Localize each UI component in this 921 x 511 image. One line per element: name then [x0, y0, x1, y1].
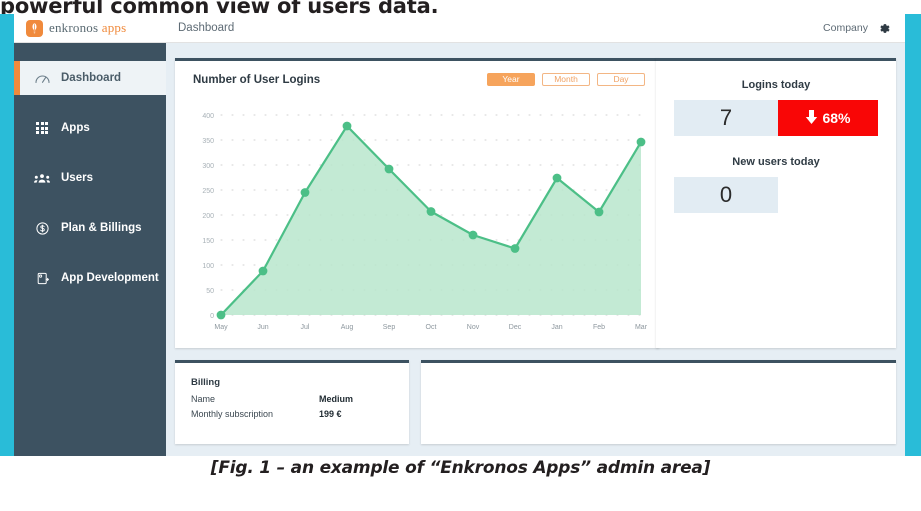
breadcrumb: Dashboard: [178, 22, 235, 34]
company-label[interactable]: Company: [823, 22, 868, 34]
gauge-icon: [32, 73, 52, 84]
billing-row-value: Medium: [319, 394, 354, 404]
sidebar-item-dashboard[interactable]: Dashboard: [14, 61, 166, 95]
status-badge-new-users-change: [778, 177, 878, 213]
svg-text:150: 150: [202, 238, 214, 245]
brand-logo[interactable]: enkronos apps: [14, 14, 166, 43]
top-bar: Dashboard Company: [166, 14, 905, 43]
svg-text:0: 0: [210, 313, 214, 320]
empty-panel: [421, 360, 896, 444]
sidebar-item-label: Apps: [61, 122, 90, 134]
enkronos-tree-logo-icon: [26, 19, 43, 37]
svg-text:350: 350: [202, 138, 214, 145]
billing-row: Name Medium: [191, 392, 393, 407]
stat-label-new-users-today: New users today: [732, 156, 820, 168]
svg-text:200: 200: [202, 213, 214, 220]
stat-box-logins-today: 7 68%: [674, 100, 878, 136]
stat-value-logins-today: 7: [719, 105, 733, 130]
svg-text:Oct: Oct: [426, 324, 437, 331]
figure-caption: [Fig. 1 – an example of “Enkronos Apps” …: [210, 458, 711, 478]
billing-title: Billing: [191, 377, 221, 388]
status-badge-logins-change: 68%: [778, 100, 878, 136]
svg-text:Dec: Dec: [509, 324, 522, 331]
dollar-circle-icon: [32, 221, 52, 235]
stat-box-new-users-today: 0: [674, 177, 878, 213]
frame-edge-left: [0, 14, 14, 456]
chart-title: Number of User Logins: [193, 73, 321, 86]
main-area: Dashboard Company Number of User Logins: [166, 14, 905, 456]
sidebar-item-label: Users: [61, 172, 93, 184]
stat-value-new-users-today: 0: [719, 182, 733, 207]
svg-text:Jun: Jun: [257, 324, 268, 331]
logins-area-chart: 0 50 100 150 200 250 300 350 400 May Jun Jul Aug Sep O…: [175, 101, 659, 341]
billing-row-value: 199 €: [319, 409, 342, 419]
sidebar-item-label: Plan & Billings: [61, 222, 142, 234]
dashboard-row-bottom: Billing Name Medium Monthly subscription…: [175, 360, 896, 444]
chart-header: Number of User Logins Year Month Day: [175, 61, 659, 86]
range-button-day[interactable]: Day: [597, 73, 645, 86]
svg-text:Jul: Jul: [301, 324, 310, 331]
gear-icon[interactable]: [878, 22, 891, 35]
svg-text:Mar: Mar: [635, 324, 648, 331]
chart-card: Number of User Logins Year Month Day 0 50…: [175, 58, 659, 348]
stats-card: Logins today 7 68% New users today 0: [656, 58, 896, 348]
billing-row-label: Monthly subscription: [191, 409, 274, 419]
status-badge-text: 68%: [822, 110, 851, 126]
users-icon: [32, 173, 52, 184]
svg-text:Feb: Feb: [593, 324, 605, 331]
svg-text:50: 50: [206, 288, 214, 295]
grid-icon: [32, 122, 52, 134]
svg-text:400: 400: [202, 113, 214, 120]
svg-text:May: May: [214, 324, 228, 331]
svg-text:Nov: Nov: [467, 324, 480, 331]
stat-label-logins-today: Logins today: [741, 79, 811, 91]
svg-text:Sep: Sep: [383, 324, 396, 331]
arrow-down-icon: [805, 109, 818, 127]
svg-text:Jan: Jan: [551, 324, 562, 331]
billing-card: Billing Name Medium Monthly subscription…: [175, 360, 409, 444]
svg-text:250: 250: [202, 188, 214, 195]
app-development-icon: [32, 272, 52, 285]
sidebar: enkronos apps Dashboard Apps Users Plan …: [14, 14, 166, 456]
sidebar-item-users[interactable]: Users: [14, 161, 166, 195]
brand-suffix: apps: [101, 20, 127, 35]
range-button-month[interactable]: Month: [542, 73, 590, 86]
svg-text:100: 100: [202, 263, 214, 270]
range-selector: Year Month Day: [487, 73, 645, 86]
screenshot-frame: enkronos apps Dashboard Apps Users Plan …: [0, 14, 921, 456]
billing-row-label: Name: [191, 394, 216, 404]
sidebar-nav: Dashboard Apps Users Plan & Billings App…: [14, 43, 166, 295]
sidebar-item-apps[interactable]: Apps: [14, 111, 166, 145]
range-button-year[interactable]: Year: [487, 73, 535, 86]
dashboard-row-top: Number of User Logins Year Month Day 0 50…: [175, 58, 896, 348]
svg-text:300: 300: [202, 163, 214, 170]
sidebar-item-app-development[interactable]: App Development: [14, 261, 166, 295]
svg-text:Aug: Aug: [341, 324, 354, 331]
frame-edge-right: [905, 14, 921, 456]
sidebar-item-plan-billings[interactable]: Plan & Billings: [14, 211, 166, 245]
sidebar-item-label: Dashboard: [61, 72, 122, 84]
sidebar-item-label: App Development: [61, 272, 159, 284]
brand-name: enkronos apps: [49, 20, 127, 35]
billing-row: Monthly subscription 199 €: [191, 407, 393, 422]
